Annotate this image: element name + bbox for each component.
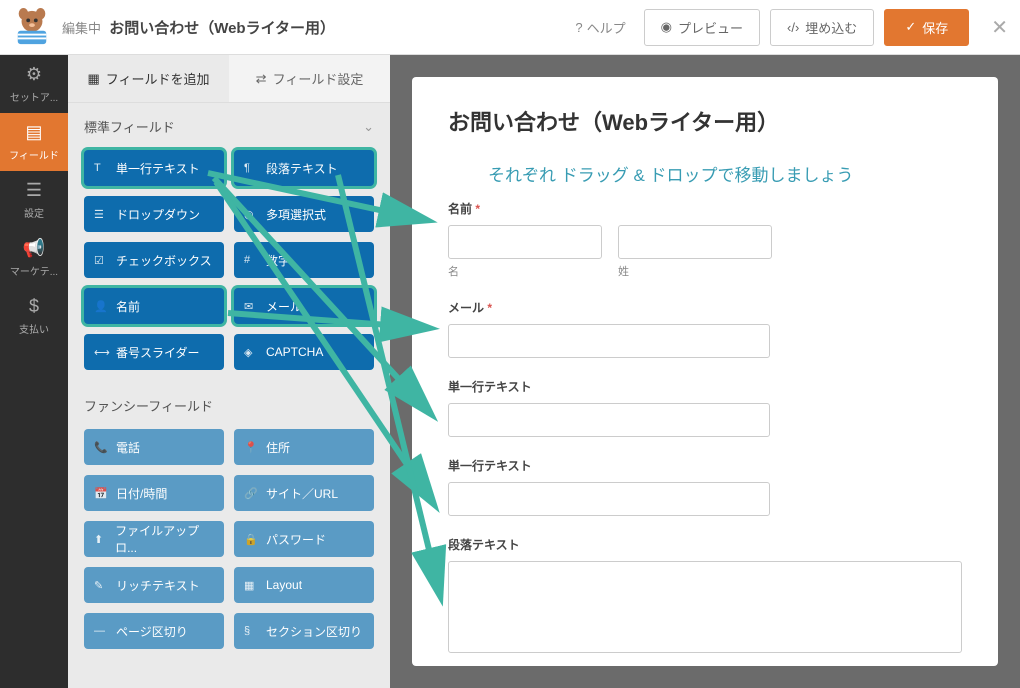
- nav-payment[interactable]: $ 支払い: [0, 287, 68, 345]
- field-single-line-2[interactable]: 単一行テキスト: [448, 457, 962, 516]
- paragraph-label: 段落テキスト: [448, 536, 962, 553]
- nav-fields[interactable]: ▤ フィールド: [0, 113, 68, 171]
- help-icon: ?: [575, 20, 582, 35]
- save-button[interactable]: ✓ 保存: [884, 9, 969, 46]
- field-type-icon: ◉: [244, 208, 258, 221]
- field-email[interactable]: メール *: [448, 299, 962, 358]
- single-line-input-2[interactable]: [448, 482, 770, 516]
- last-name-input[interactable]: [618, 225, 772, 259]
- preview-area: お問い合わせ（Webライター用） それぞれ ドラッグ & ドロップで移動しましょ…: [390, 55, 1020, 688]
- field-type-icon: 📍: [244, 441, 258, 454]
- preview-button[interactable]: ◉ プレビュー: [644, 9, 760, 46]
- drag-drop-annotation: それぞれ ドラッグ & ドロップで移動しましょう: [448, 161, 962, 186]
- field-paragraph[interactable]: 段落テキスト: [448, 536, 962, 653]
- close-button[interactable]: ✕: [991, 15, 1008, 40]
- sidebar-nav: ⚙ セットア... ▤ フィールド ☰ 設定 📢 マーケテ... $ 支払い: [0, 55, 68, 688]
- field-type-icon: ☰: [94, 208, 108, 221]
- form-title-header: 編集中 お問い合わせ（Webライター用）: [62, 17, 335, 38]
- section-standard[interactable]: 標準フィールド ⌄: [68, 103, 390, 150]
- dollar-icon: $: [29, 296, 39, 317]
- embed-button[interactable]: ‹/› 埋め込む: [770, 9, 874, 46]
- name-label: 名前 *: [448, 200, 962, 217]
- editing-label: 編集中: [62, 21, 101, 36]
- megaphone-icon: 📢: [23, 238, 45, 259]
- field-type-icon: 🔒: [244, 533, 258, 546]
- field-button[interactable]: §セクション区切り: [234, 613, 374, 649]
- field-button[interactable]: #数字: [234, 242, 374, 278]
- field-button[interactable]: —ページ区切り: [84, 613, 224, 649]
- field-button[interactable]: 🔗サイト／URL: [234, 475, 374, 511]
- standard-fields-grid: T単一行テキスト ¶段落テキスト ☰ドロップダウン ◉多項選択式 ☑チェックボックス #数…: [68, 150, 390, 382]
- field-type-icon: —: [94, 625, 108, 637]
- last-name-sublabel: 姓: [618, 263, 772, 279]
- single-line-label-2: 単一行テキスト: [448, 457, 962, 474]
- chevron-down-icon: ⌄: [363, 398, 374, 414]
- eye-icon: ◉: [661, 19, 672, 35]
- settings-icon: ⇄: [256, 71, 267, 87]
- field-type-icon: ✎: [94, 579, 108, 592]
- chevron-down-icon: ⌄: [363, 119, 374, 135]
- field-button[interactable]: ⟷番号スライダー: [84, 334, 224, 370]
- app-header: 編集中 お問い合わせ（Webライター用） ? ヘルプ ◉ プレビュー ‹/› 埋…: [0, 0, 1020, 55]
- field-single-line-1[interactable]: 単一行テキスト: [448, 378, 962, 437]
- field-type-icon: 📅: [94, 487, 108, 500]
- field-button[interactable]: T単一行テキスト: [84, 150, 224, 186]
- nav-setup[interactable]: ⚙ セットア...: [0, 55, 68, 113]
- field-button[interactable]: 🔒パスワード: [234, 521, 374, 557]
- field-type-icon: 👤: [94, 300, 108, 313]
- section-fancy[interactable]: ファンシーフィールド ⌄: [68, 382, 390, 429]
- panel-tabs: ▦ フィールドを追加 ⇄ フィールド設定: [68, 55, 390, 103]
- field-type-icon: ⬆: [94, 533, 107, 546]
- field-button[interactable]: ⬆ファイルアップロ...: [84, 521, 224, 557]
- field-type-icon: ⟷: [94, 346, 108, 359]
- field-type-icon: 📞: [94, 441, 108, 454]
- email-input[interactable]: [448, 324, 770, 358]
- field-button[interactable]: 📞電話: [84, 429, 224, 465]
- field-button[interactable]: 📅日付/時間: [84, 475, 224, 511]
- field-type-icon: ✉: [244, 300, 258, 313]
- field-button[interactable]: ☑チェックボックス: [84, 242, 224, 278]
- first-name-input[interactable]: [448, 225, 602, 259]
- field-button[interactable]: 📍住所: [234, 429, 374, 465]
- form-name: お問い合わせ（Webライター用）: [109, 20, 335, 37]
- field-type-icon: ◈: [244, 346, 258, 359]
- field-button[interactable]: ◉多項選択式: [234, 196, 374, 232]
- field-type-icon: ☑: [94, 254, 108, 267]
- nav-settings[interactable]: ☰ 設定: [0, 171, 68, 229]
- field-button[interactable]: ✎リッチテキスト: [84, 567, 224, 603]
- tab-field-settings[interactable]: ⇄ フィールド設定: [229, 55, 390, 102]
- preview-form-title: お問い合わせ（Webライター用）: [448, 105, 962, 137]
- code-icon: ‹/›: [787, 20, 799, 35]
- field-name[interactable]: 名前 * 名 姓: [448, 200, 962, 279]
- field-type-icon: 🔗: [244, 487, 258, 500]
- single-line-label-1: 単一行テキスト: [448, 378, 962, 395]
- field-type-icon: §: [244, 625, 258, 637]
- field-button[interactable]: 👤名前: [84, 288, 224, 324]
- app-logo: [12, 7, 52, 47]
- field-button[interactable]: ☰ドロップダウン: [84, 196, 224, 232]
- gear-icon: ⚙: [26, 64, 42, 85]
- check-icon: ✓: [905, 19, 916, 35]
- email-label: メール *: [448, 299, 962, 316]
- field-type-icon: ¶: [244, 162, 258, 174]
- list-icon: ▦: [87, 71, 99, 87]
- field-button[interactable]: ¶段落テキスト: [234, 150, 374, 186]
- field-type-icon: T: [94, 162, 108, 174]
- fields-panel: ▦ フィールドを追加 ⇄ フィールド設定 標準フィールド ⌄ T単一行テキスト ¶…: [68, 55, 390, 688]
- single-line-input-1[interactable]: [448, 403, 770, 437]
- sliders-icon: ☰: [26, 180, 42, 201]
- help-link[interactable]: ? ヘルプ: [575, 18, 625, 37]
- form-icon: ▤: [25, 122, 42, 143]
- preview-card: お問い合わせ（Webライター用） それぞれ ドラッグ & ドロップで移動しましょ…: [412, 77, 998, 666]
- first-name-sublabel: 名: [448, 263, 602, 279]
- field-button[interactable]: ▦Layout: [234, 567, 374, 603]
- paragraph-textarea[interactable]: [448, 561, 962, 653]
- field-type-icon: ▦: [244, 579, 258, 592]
- field-button[interactable]: ◈CAPTCHA: [234, 334, 374, 370]
- tab-add-field[interactable]: ▦ フィールドを追加: [68, 55, 229, 102]
- fancy-fields-grid: 📞電話 📍住所 📅日付/時間 🔗サイト／URL ⬆ファイルアップロ... 🔒パスワード ✎リ…: [68, 429, 390, 661]
- nav-marketing[interactable]: 📢 マーケテ...: [0, 229, 68, 287]
- field-button[interactable]: ✉メール: [234, 288, 374, 324]
- field-type-icon: #: [244, 254, 258, 266]
